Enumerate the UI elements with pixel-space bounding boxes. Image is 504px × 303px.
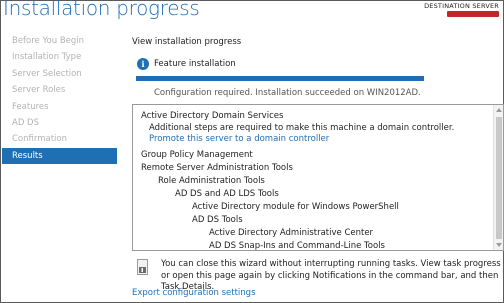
feature-installation-label: Feature installation xyxy=(154,59,236,69)
nav-item-results[interactable]: Results xyxy=(2,147,117,165)
page-title: Installation progress xyxy=(3,0,200,20)
nav-item-before-you-begin[interactable]: Before You Begin xyxy=(2,33,117,49)
nav-item-server-roles[interactable]: Server Roles xyxy=(2,82,117,98)
export-configuration-link[interactable]: Export configuration settings xyxy=(132,288,256,298)
result-line-admin-center: Active Directory Administrative Center xyxy=(209,228,374,238)
nav-item-ad-ds[interactable]: AD DS xyxy=(2,115,117,131)
result-line-additional-steps: Additional steps are required to make th… xyxy=(149,122,455,133)
destination-server-label: DESTINATION SERVER xyxy=(424,2,499,10)
wizard-window: Installation progress DESTINATION SERVER… xyxy=(0,0,504,303)
destination-server: DESTINATION SERVER xyxy=(424,2,499,17)
result-line-role-admin-tools: Role Administration Tools xyxy=(158,176,265,186)
scroll-thumb[interactable] xyxy=(496,117,502,239)
results-list[interactable]: Active Directory Domain Services Additio… xyxy=(132,104,504,251)
result-line-rsat: Remote Server Administration Tools xyxy=(141,163,293,173)
destination-server-name-redacted xyxy=(447,11,499,17)
nav-item-features[interactable]: Features xyxy=(2,99,117,115)
results-scrollbar[interactable] xyxy=(493,105,503,250)
scroll-down-arrow-icon[interactable] xyxy=(496,243,502,247)
scroll-up-arrow-icon[interactable] xyxy=(496,108,502,112)
nav-item-installation-type[interactable]: Installation Type xyxy=(2,49,117,65)
notification-flag-icon xyxy=(137,259,148,275)
result-line-ad-ds: Active Directory Domain Services xyxy=(141,111,284,121)
subheading: View installation progress xyxy=(132,37,242,47)
installation-status: Configuration required. Installation suc… xyxy=(154,88,421,98)
result-line-group-policy: Group Policy Management xyxy=(141,150,253,160)
nav-item-server-selection[interactable]: Server Selection xyxy=(2,66,117,82)
info-icon: i xyxy=(137,58,149,70)
result-line-ad-ds-tools: AD DS Tools xyxy=(192,215,243,225)
wizard-nav: Before You Begin Installation Type Serve… xyxy=(2,33,117,165)
result-line-ad-ds-lds-tools: AD DS and AD LDS Tools xyxy=(175,189,279,199)
progress-bar xyxy=(136,76,424,81)
result-line-ad-powershell: Active Directory module for Windows Powe… xyxy=(192,202,399,212)
promote-server-link[interactable]: Promote this server to a domain controll… xyxy=(149,134,329,144)
result-line-snap-ins: AD DS Snap-Ins and Command-Line Tools xyxy=(209,241,385,251)
nav-item-confirmation[interactable]: Confirmation xyxy=(2,131,117,147)
